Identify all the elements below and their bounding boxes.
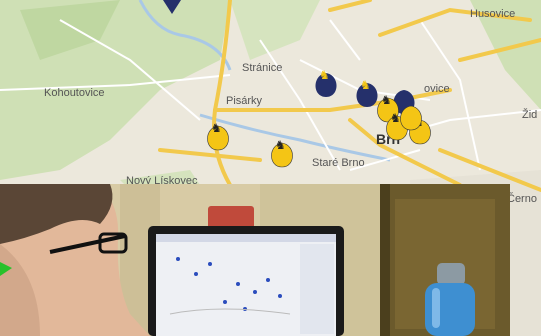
svg-text:♞: ♞ — [381, 93, 392, 107]
svg-text:♞: ♞ — [360, 78, 371, 92]
label-husovice: Husovice — [470, 8, 515, 20]
label-kohoutovice: Kohoutovice — [44, 87, 105, 99]
photo-person-at-laptop — [0, 184, 510, 336]
svg-text:♞: ♞ — [275, 138, 286, 152]
laptop — [148, 226, 344, 336]
marker-yellow-pin[interactable] — [400, 105, 422, 131]
label-stranice: Stránice — [242, 62, 282, 74]
svg-text:♞: ♞ — [211, 121, 222, 135]
label-kovice: ovice — [424, 83, 450, 95]
svg-text:♞: ♞ — [319, 68, 330, 82]
svg-text:♞: ♞ — [390, 111, 401, 125]
label-stare-brno: Staré Brno — [312, 157, 365, 169]
collage: Kohoutovice Stránice Pisárky Staré Brno … — [0, 0, 541, 336]
label-zid: Žid — [522, 108, 537, 121]
label-pisarky: Pisárky — [226, 95, 263, 107]
label-cernovice: Černo — [507, 192, 537, 205]
